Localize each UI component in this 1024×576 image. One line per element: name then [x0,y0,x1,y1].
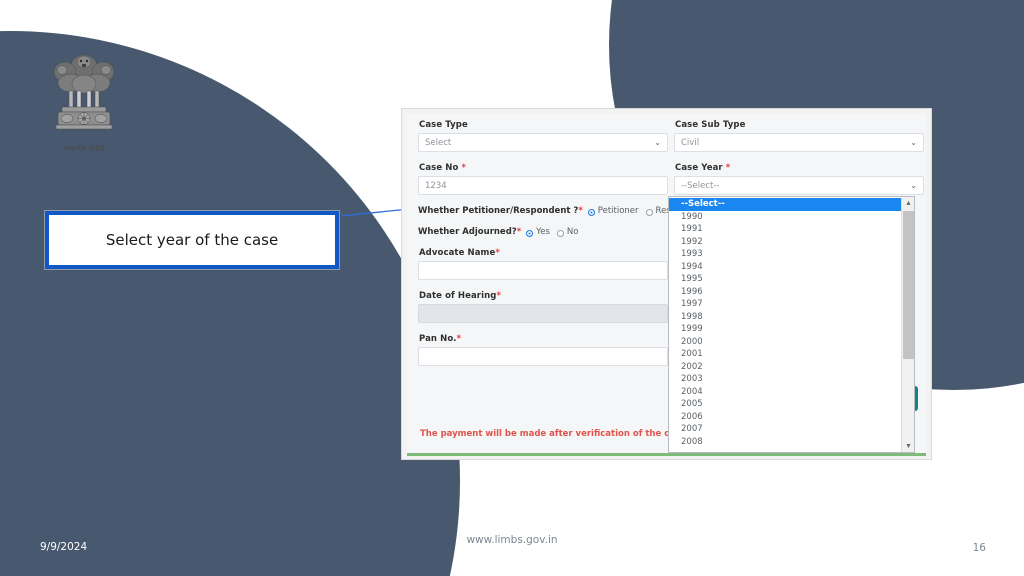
chevron-down-icon: ⌄ [654,137,661,147]
case-no-label-text: Case No [419,163,462,173]
dropdown-option[interactable]: 2003 [669,373,902,386]
case-type-value: Select [425,137,452,148]
radio-petitioner-label: Petitioner [597,206,639,216]
case-type-label: Case Type [419,120,668,130]
dropdown-option[interactable]: 1990 [669,211,902,224]
adjourned-row: Whether Adjourned?* Yes No [418,227,668,237]
radio-adjourned-no[interactable]: No [556,227,579,237]
case-year-label-text: Case Year [675,163,726,173]
advocate-name-label: Advocate Name* [419,248,668,258]
dropdown-option[interactable]: 2008 [669,436,902,449]
petitioner-respondent-row: Whether Petitioner/Respondent ?* Petitio… [418,206,706,216]
case-sub-type-value: Civil [681,137,700,148]
case-year-label: Case Year * [675,163,924,173]
radio-yes-icon [526,229,534,237]
date-of-hearing-label: Date of Hearing* [419,291,668,301]
dropdown-option[interactable]: --Select-- [669,198,902,211]
form-column-left: Case Type Select ⌄ Case No * 1234 Whethe… [418,120,706,366]
scroll-down-arrow-icon[interactable]: ▼ [902,440,914,452]
dropdown-option[interactable]: 1994 [669,261,902,274]
case-sub-type-select[interactable]: Civil ⌄ [674,133,924,152]
case-year-required-mark: * [725,163,731,173]
dropdown-option[interactable]: 2007 [669,423,902,436]
footer-url: www.limbs.gov.in [466,534,558,546]
footer-page-number: 16 [972,542,986,554]
advocate-name-label-text: Advocate Name [419,248,496,258]
dropdown-option[interactable]: 1996 [669,286,902,299]
pan-no-label-text: Pan No. [419,334,457,344]
case-year-value: --Select-- [681,180,720,191]
date-of-hearing-label-text: Date of Hearing [419,291,497,301]
pan-no-label: Pan No.* [419,334,668,344]
case-no-value: 1234 [425,180,447,191]
adjourned-label-text: Whether Adjourned? [418,227,517,237]
ashoka-lion-capital-icon [53,54,115,130]
radio-no-label: No [566,227,579,237]
case-type-select[interactable]: Select ⌄ [418,133,668,152]
dropdown-option[interactable]: 1993 [669,248,902,261]
case-year-dropdown-list[interactable]: --Select-- 1990 1991 1992 1993 1994 1995 1996 19… [668,196,915,453]
dropdown-scrollbar[interactable]: ▲ ▼ [901,197,914,452]
radio-adjourned-yes[interactable]: Yes [526,227,550,237]
hearing-required-mark: * [496,291,501,301]
case-no-input[interactable]: 1234 [418,176,668,195]
chevron-down-icon: ⌄ [910,137,917,147]
dropdown-option[interactable]: 1999 [669,323,902,336]
callout-box: Select year of the case [45,211,339,269]
radio-yes-label: Yes [536,227,550,237]
case-type-label-text: Case Type [419,120,468,130]
dropdown-option[interactable]: 2005 [669,398,902,411]
dropdown-option[interactable]: 2004 [669,386,902,399]
callout-inner: Select year of the case [49,215,335,265]
dropdown-option[interactable]: 1992 [669,236,902,249]
radio-petitioner[interactable]: Petitioner [587,206,639,216]
callout-label: Select year of the case [105,231,279,249]
adjourned-required-mark: * [516,227,522,237]
dropdown-option[interactable]: 2002 [669,361,902,374]
chevron-down-icon: ⌄ [910,180,917,190]
case-no-required-mark: * [461,163,467,173]
emblem-motto-text: सत्यमेव जयते [62,144,106,153]
national-emblem-logo: सत्यमेव जयते [40,42,128,154]
case-year-select[interactable]: --Select-- ⌄ [674,176,924,195]
petitioner-respondent-label-text: Whether Petitioner/Respondent ? [418,206,579,216]
dropdown-option[interactable]: 1998 [669,311,902,324]
advocate-required-mark: * [495,248,500,258]
petitioner-required-mark: * [578,206,583,216]
pan-required-mark: * [456,334,462,344]
dropdown-option[interactable]: 2001 [669,348,902,361]
case-no-label: Case No * [419,163,668,173]
dropdown-option[interactable]: 1995 [669,273,902,286]
dropdown-option[interactable]: 2006 [669,411,902,424]
dropdown-options-container[interactable]: --Select-- 1990 1991 1992 1993 1994 1995 1996 19… [669,197,902,452]
petitioner-respondent-label: Whether Petitioner/Respondent ?* [418,206,583,216]
radio-no-icon [556,229,564,237]
form-column-right: Case Sub Type Civil ⌄ Case Year * --Sele… [674,120,924,195]
date-of-hearing-input[interactable] [418,304,668,323]
scrollbar-thumb[interactable] [903,211,914,359]
radio-petitioner-icon [587,208,595,216]
pan-no-input[interactable] [418,347,668,366]
case-sub-type-label: Case Sub Type [675,120,924,130]
case-sub-type-label-text: Case Sub Type [675,120,746,130]
adjourned-label: Whether Adjourned?* [418,227,521,237]
scroll-up-arrow-icon[interactable]: ▲ [902,197,914,209]
radio-respondent-icon [645,208,653,216]
dropdown-option[interactable]: 1991 [669,223,902,236]
advocate-name-input[interactable] [418,261,668,280]
dropdown-option[interactable]: 2000 [669,336,902,349]
slide-canvas: सत्यमेव जयते Select year of the case Cas… [0,0,1024,576]
dropdown-option[interactable]: 1997 [669,298,902,311]
